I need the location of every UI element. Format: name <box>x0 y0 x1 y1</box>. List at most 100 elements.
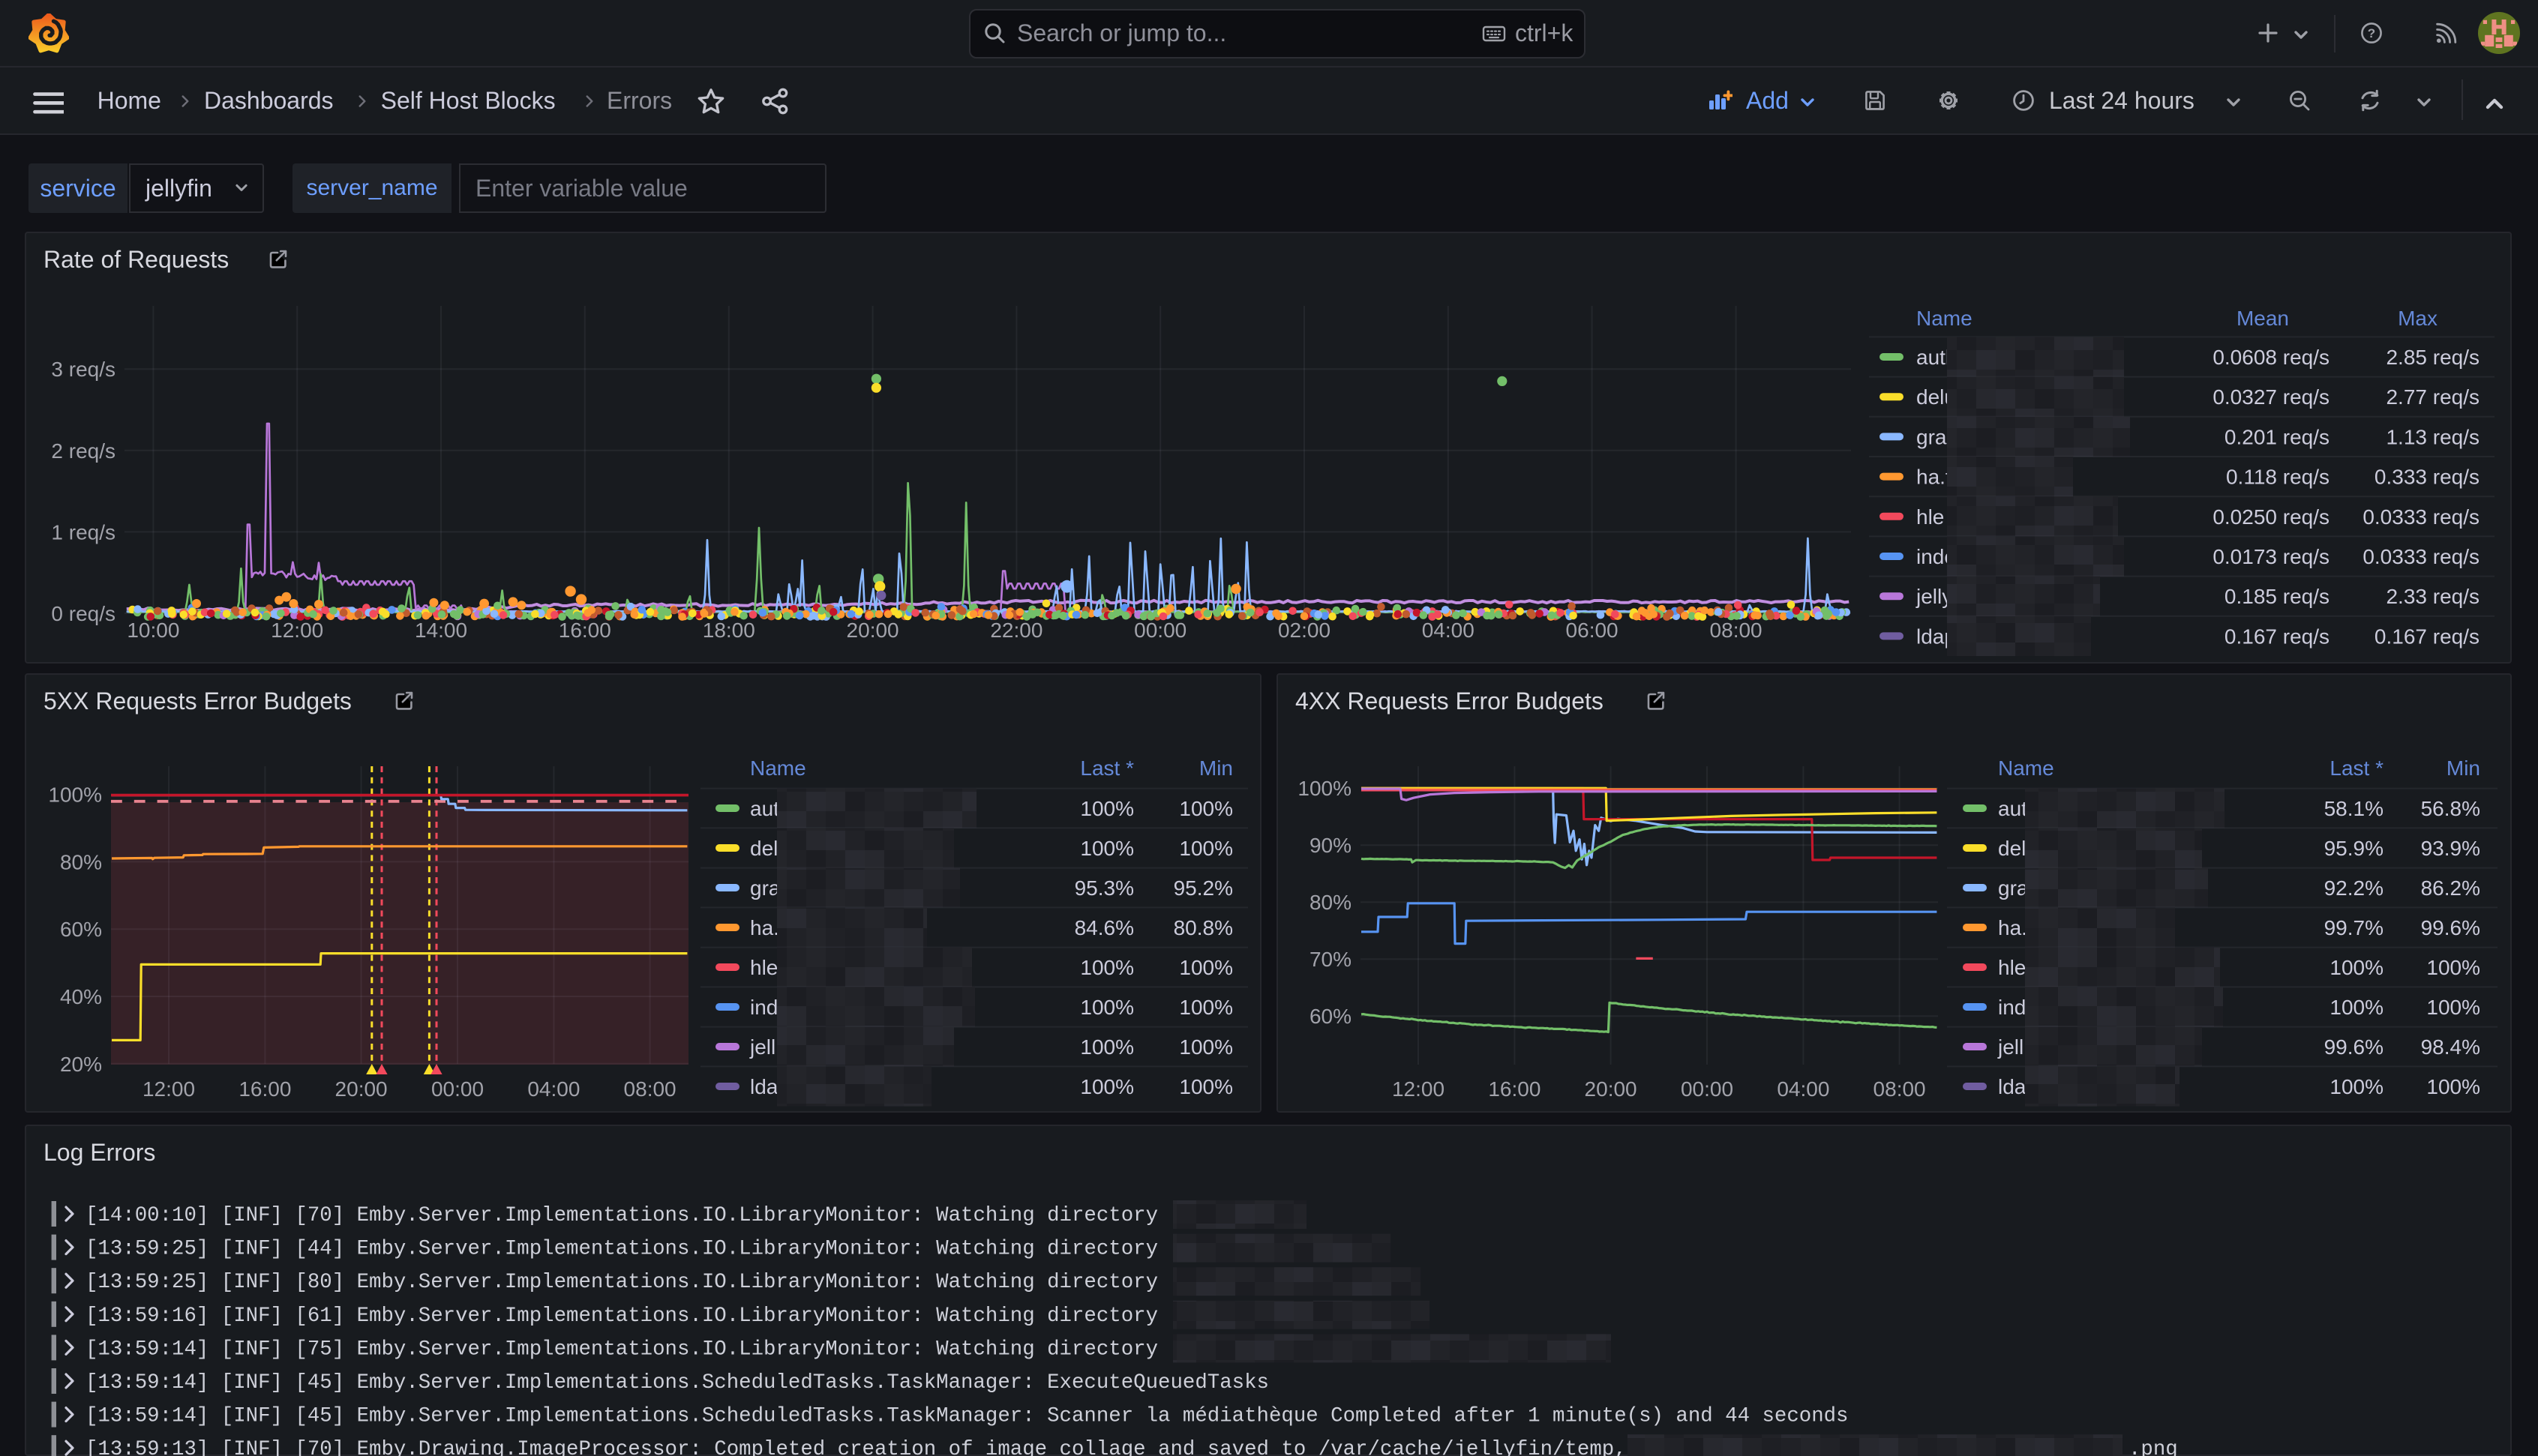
svg-text:04:00: 04:00 <box>1422 619 1474 642</box>
svg-text:2.85 req/s: 2.85 req/s <box>2386 346 2480 369</box>
svg-text:2.33 req/s: 2.33 req/s <box>2386 585 2480 608</box>
svg-text:12:00: 12:00 <box>142 1077 195 1101</box>
svg-text:gra: gra <box>1998 876 2029 900</box>
svg-text:06:00: 06:00 <box>1566 619 1618 642</box>
svg-text:100%: 100% <box>1080 1035 1134 1059</box>
svg-text:jell: jell <box>749 1035 776 1059</box>
svg-text:58.1%: 58.1% <box>2324 797 2384 820</box>
svg-text:aut: aut <box>1998 797 2027 820</box>
svg-text:20:00: 20:00 <box>1585 1077 1637 1101</box>
svg-text:20:00: 20:00 <box>847 619 899 642</box>
svg-text:99.6%: 99.6% <box>2324 1035 2384 1059</box>
svg-text:00:00: 00:00 <box>431 1077 484 1101</box>
svg-text:100%: 100% <box>2330 956 2384 979</box>
svg-text:gra: gra <box>1916 425 1947 448</box>
svg-text:100%: 100% <box>2426 996 2480 1019</box>
svg-text:Min: Min <box>1199 756 1233 780</box>
svg-text:22:00: 22:00 <box>990 619 1042 642</box>
svg-text:100%: 100% <box>1179 996 1233 1019</box>
svg-text:18:00: 18:00 <box>703 619 755 642</box>
svg-text:80%: 80% <box>1310 891 1352 914</box>
svg-text:95.2%: 95.2% <box>1174 876 1233 900</box>
svg-text:16:00: 16:00 <box>559 619 611 642</box>
svg-text:56.8%: 56.8% <box>2421 797 2480 820</box>
svg-text:100%: 100% <box>1179 1035 1233 1059</box>
svg-text:04:00: 04:00 <box>527 1077 580 1101</box>
svg-text:100%: 100% <box>1179 797 1233 820</box>
svg-text:95.3%: 95.3% <box>1075 876 1134 900</box>
svg-text:1 req/s: 1 req/s <box>51 520 116 544</box>
svg-text:[14:00:10] [INF] [70] Emby.Ser: [14:00:10] [INF] [70] Emby.Server.Implem… <box>86 1204 1158 1227</box>
svg-text:100%: 100% <box>1179 956 1233 979</box>
svg-text:[13:59:25] [INF] [44] Emby.Ser: [13:59:25] [INF] [44] Emby.Server.Implem… <box>86 1238 1158 1261</box>
svg-text:Name: Name <box>1998 756 2054 780</box>
svg-text:60%: 60% <box>60 918 102 941</box>
svg-text:08:00: 08:00 <box>1710 619 1762 642</box>
svg-text:Last *: Last * <box>1080 756 1134 780</box>
svg-text:100%: 100% <box>48 783 102 807</box>
svg-text:[13:59:14] [INF] [45] Emby.Ser: [13:59:14] [INF] [45] Emby.Server.Implem… <box>86 1405 1849 1428</box>
svg-text:Min: Min <box>2446 756 2480 780</box>
svg-text:[13:59:25] [INF] [80] Emby.Ser: [13:59:25] [INF] [80] Emby.Server.Implem… <box>86 1271 1158 1294</box>
svg-text:100%: 100% <box>2426 1075 2480 1098</box>
svg-text:16:00: 16:00 <box>238 1077 291 1101</box>
svg-text:00:00: 00:00 <box>1681 1077 1733 1101</box>
svg-text:[13:59:14] [INF] [45] Emby.Ser: [13:59:14] [INF] [45] Emby.Server.Implem… <box>86 1371 1269 1395</box>
svg-text:20:00: 20:00 <box>335 1077 388 1101</box>
svg-text:100%: 100% <box>1080 956 1134 979</box>
svg-text:Max: Max <box>2398 307 2438 330</box>
svg-text:0.167 req/s: 0.167 req/s <box>2374 625 2480 648</box>
svg-text:0.0333 req/s: 0.0333 req/s <box>2362 545 2480 568</box>
svg-text:0.0608 req/s: 0.0608 req/s <box>2212 346 2330 369</box>
svg-text:100%: 100% <box>1080 797 1134 820</box>
svg-text:Rate of Requests: Rate of Requests <box>44 246 229 273</box>
svg-text:.png: .png <box>2128 1438 2178 1456</box>
svg-text:del: del <box>1998 837 2026 860</box>
svg-text:0.0173 req/s: 0.0173 req/s <box>2212 545 2330 568</box>
svg-text:0 req/s: 0 req/s <box>51 602 116 625</box>
svg-text:gra: gra <box>750 876 781 900</box>
svg-text:4XX Requests Error Budgets: 4XX Requests Error Budgets <box>1295 688 1604 715</box>
svg-text:0.0327 req/s: 0.0327 req/s <box>2212 385 2330 409</box>
svg-text:0.0333 req/s: 0.0333 req/s <box>2362 505 2480 529</box>
svg-text:ha.: ha. <box>1998 916 2027 939</box>
svg-text:2.77 req/s: 2.77 req/s <box>2386 385 2480 409</box>
svg-text:0.118 req/s: 0.118 req/s <box>2226 466 2330 489</box>
svg-text:ha.: ha. <box>750 916 779 939</box>
svg-text:aut: aut <box>750 797 779 820</box>
svg-text:0.185 req/s: 0.185 req/s <box>2224 585 2330 608</box>
svg-text:100%: 100% <box>2426 956 2480 979</box>
svg-text:[13:59:14] [INF] [75] Emby.Ser: [13:59:14] [INF] [75] Emby.Server.Implem… <box>86 1338 1158 1361</box>
svg-text:2 req/s: 2 req/s <box>51 439 116 463</box>
svg-text:80%: 80% <box>60 850 102 873</box>
svg-text:08:00: 08:00 <box>1874 1077 1926 1101</box>
svg-text:?: ? <box>2368 26 2375 40</box>
svg-text:04:00: 04:00 <box>1777 1077 1829 1101</box>
svg-text:100%: 100% <box>1080 837 1134 860</box>
svg-text:[13:59:13] [INF] [70] Emby.Dra: [13:59:13] [INF] [70] Emby.Drawing.Image… <box>86 1438 1627 1456</box>
svg-text:99.7%: 99.7% <box>2324 916 2384 939</box>
svg-text:92.2%: 92.2% <box>2324 876 2384 900</box>
svg-text:84.6%: 84.6% <box>1075 916 1134 939</box>
svg-text:Last *: Last * <box>2330 756 2384 780</box>
svg-text:98.4%: 98.4% <box>2421 1035 2480 1059</box>
svg-text:ha.t: ha.t <box>1916 466 1952 489</box>
svg-text:lda: lda <box>750 1075 778 1098</box>
svg-text:80.8%: 80.8% <box>1174 916 1233 939</box>
svg-text:ind: ind <box>750 996 778 1019</box>
svg-text:08:00: 08:00 <box>624 1077 676 1101</box>
svg-text:90%: 90% <box>1310 834 1352 857</box>
svg-text:Log Errors: Log Errors <box>44 1139 155 1166</box>
svg-text:100%: 100% <box>2330 1075 2384 1098</box>
svg-text:10:00: 10:00 <box>127 619 179 642</box>
svg-text:70%: 70% <box>1310 948 1352 971</box>
svg-text:0.333 req/s: 0.333 req/s <box>2374 466 2480 489</box>
svg-text:14:00: 14:00 <box>415 619 467 642</box>
svg-text:del: del <box>750 837 778 860</box>
svg-text:0.0250 req/s: 0.0250 req/s <box>2212 505 2330 529</box>
svg-text:Name: Name <box>750 756 806 780</box>
svg-text:0.167 req/s: 0.167 req/s <box>2224 625 2330 648</box>
svg-text:100%: 100% <box>1080 1075 1134 1098</box>
svg-text:hle: hle <box>1916 505 1944 529</box>
svg-text:Mean: Mean <box>2236 307 2289 330</box>
